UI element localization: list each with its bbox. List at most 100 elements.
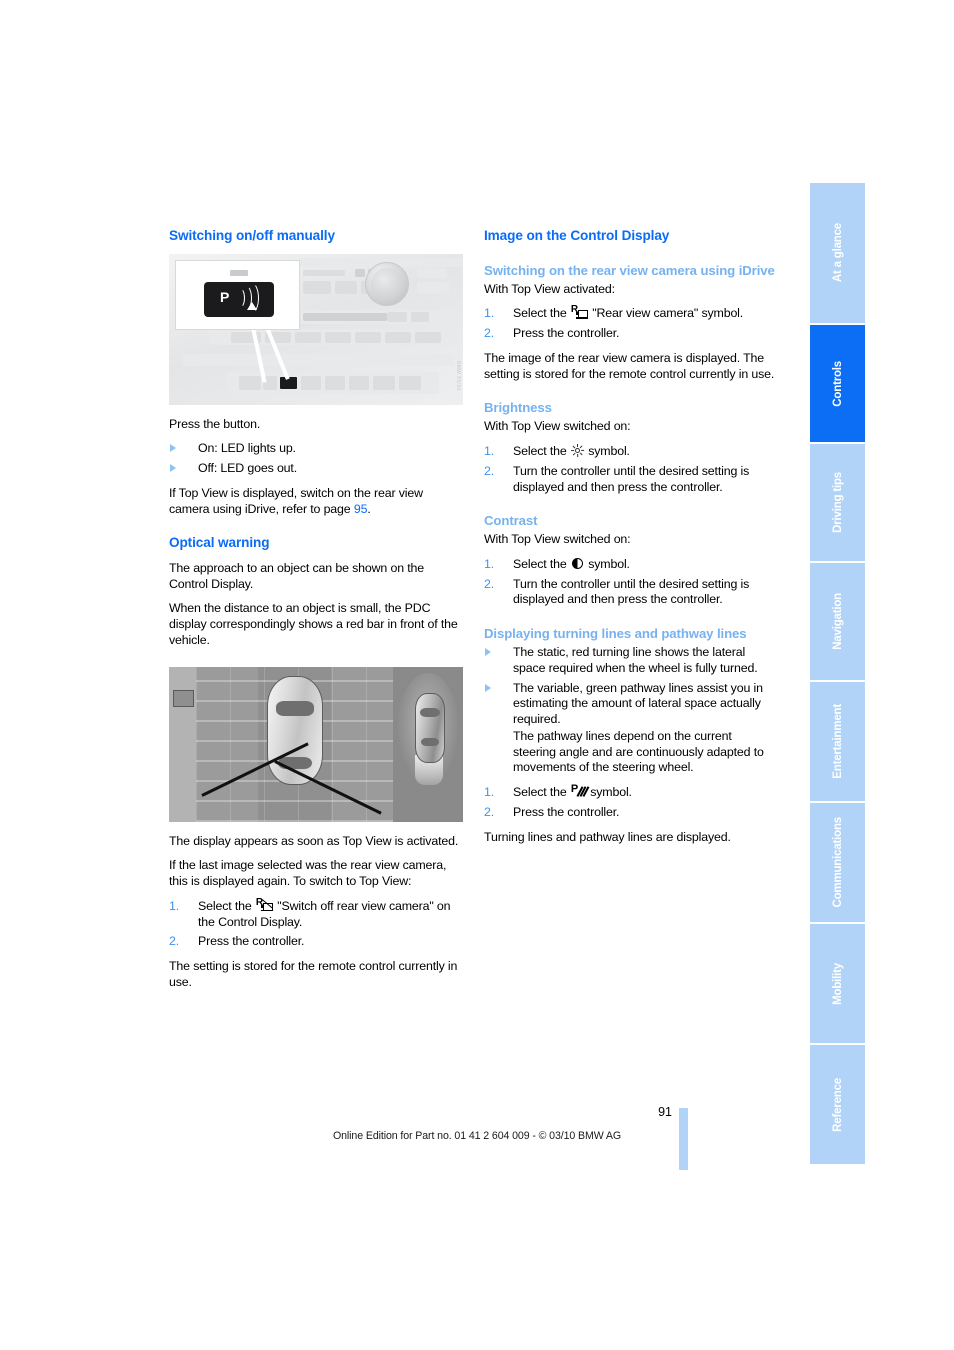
rear-view-camera-off-icon: R xyxy=(256,897,273,912)
sidebar-item-entertainment[interactable]: Entertainment xyxy=(810,682,865,801)
left-column: Switching on/off manually P BMW X5/X6 Pr… xyxy=(169,228,463,1000)
arrow-bullet-icon xyxy=(485,648,491,657)
list-item-subparagraph: The pathway lines depend on the current … xyxy=(513,728,764,775)
tab-label: Communications xyxy=(831,817,844,908)
sidebar-item-communications[interactable]: Communications xyxy=(810,803,865,922)
step-number: 1. xyxy=(484,785,495,800)
list-item: Off: LED goes out. xyxy=(169,461,463,477)
topview-note: If Top View is displayed, switch on the … xyxy=(169,486,463,518)
menu-icon-brightness xyxy=(173,713,192,728)
menu-icon-back xyxy=(173,793,192,808)
figure-watermark: BMW X5/X6 xyxy=(455,360,461,391)
topview-note-period: . xyxy=(367,501,371,516)
topview-after-para-2: If the last image selected was the rear … xyxy=(169,858,447,889)
topview-after-para-3: The setting is stored for the remote con… xyxy=(169,959,458,989)
chapter-tab-rail: At a glance Controls Driving tips Naviga… xyxy=(810,183,865,1166)
menu-icon-contrast xyxy=(173,733,192,748)
tab-label: Entertainment xyxy=(831,704,844,779)
menu-icon-pathway-lines xyxy=(173,753,192,768)
tab-label: Driving tips xyxy=(831,472,844,533)
step-number: 2. xyxy=(484,326,495,341)
brightness-steps: 1. Select the symbol. 2. Turn the controll… xyxy=(484,444,776,495)
step-number: 2. xyxy=(484,804,495,819)
rvc-intro: With Top View activated: xyxy=(484,281,615,296)
list-item: 1. Select the R "Rear view camera" symbol… xyxy=(484,305,776,322)
sidebar-item-controls[interactable]: Controls xyxy=(810,325,865,442)
figure-top-view-display xyxy=(169,666,463,822)
step-number: 1. xyxy=(484,444,495,459)
step-text-pre: Turn the controller until the desired se… xyxy=(513,576,750,607)
subheading-brightness: Brightness xyxy=(484,400,552,416)
list-item: 1. Select the symbol. xyxy=(484,444,776,460)
step-number: 2. xyxy=(169,934,180,949)
step-text-pre: Select the xyxy=(198,898,255,913)
step-number: 1. xyxy=(484,306,495,321)
list-item: The variable, green pathway lines assist… xyxy=(484,681,776,777)
topview-secondary-vehicle xyxy=(415,692,445,763)
warning-triangle-icon xyxy=(247,301,257,310)
switch-to-topview-steps: 1. Select the R "Switch off rear view cam… xyxy=(169,897,463,950)
figure-center-console: P BMW X5/X6 xyxy=(169,253,463,405)
pdc-button-callout: P xyxy=(175,259,300,330)
contrast-steps: 1. Select the symbol. 2. Turn the controll… xyxy=(484,557,776,608)
sidebar-item-reference[interactable]: Reference xyxy=(810,1045,865,1164)
contrast-icon xyxy=(571,557,584,570)
list-item: The static, red turning line shows the l… xyxy=(484,645,776,677)
step-text-pre: Select the xyxy=(513,306,570,321)
step-text-post: symbol. xyxy=(588,444,630,459)
console-illustration: P BMW X5/X6 xyxy=(169,254,463,405)
sidebar-item-at-a-glance[interactable]: At a glance xyxy=(810,183,865,323)
manual-page: Switching on/off manually P BMW X5/X6 Pr… xyxy=(0,0,954,1350)
rvc-steps: 1. Select the R "Rear view camera" symbol… xyxy=(484,305,776,342)
pdc-button-letter: P xyxy=(220,288,230,305)
step-number: 2. xyxy=(484,463,495,478)
led-indicator xyxy=(230,269,248,276)
subheading-turning-pathway-lines: Displaying turning lines and pathway lin… xyxy=(484,626,747,642)
list-item-label: The static, red turning line shows the l… xyxy=(513,645,758,675)
step-text-pre: Select the xyxy=(513,556,570,571)
sidebar-item-driving-tips[interactable]: Driving tips xyxy=(810,444,865,561)
list-item: 2. Turn the controller until the desired … xyxy=(484,464,776,496)
tab-label: Navigation xyxy=(831,593,844,650)
step-text-pre: Press the controller. xyxy=(513,326,620,341)
arrow-bullet-icon xyxy=(170,464,176,473)
topview-after-para-1: The display appears as soon as Top View … xyxy=(169,833,459,848)
topview-own-vehicle xyxy=(266,675,323,785)
press-button-text: Press the button. xyxy=(169,416,261,431)
arrow-bullet-icon xyxy=(170,444,176,453)
rvc-outro: The image of the rear view camera is dis… xyxy=(484,350,775,381)
right-column: Image on the Control Display Switching o… xyxy=(484,228,776,854)
page-reference-link[interactable]: 95 xyxy=(354,502,368,516)
turning-lines-bullets: The static, red turning line shows the l… xyxy=(484,645,776,776)
list-item-label: On: LED lights up. xyxy=(198,441,296,456)
list-item: 1. Select the R "Switch off rear view cam… xyxy=(169,897,463,931)
pathway-lines-icon: P xyxy=(571,784,589,798)
list-item: On: LED lights up. xyxy=(169,441,463,457)
pdc-button-graphic: P xyxy=(204,281,274,317)
sidebar-item-navigation[interactable]: Navigation xyxy=(810,563,865,680)
list-item: 2. Press the controller. xyxy=(169,934,463,950)
tab-label: Reference xyxy=(831,1077,844,1132)
footer-copyright: Online Edition for Part no. 01 41 2 604 … xyxy=(332,1130,621,1142)
heading-image-on-control-display: Image on the Control Display xyxy=(484,228,670,243)
topview-menu-strip xyxy=(169,666,196,822)
list-item-label: The variable, green pathway lines assist… xyxy=(513,680,763,727)
tab-label: Controls xyxy=(831,360,844,407)
optical-warning-para-1: The approach to an object can be shown o… xyxy=(169,560,425,591)
page-title-switching-manually: Switching on/off manually xyxy=(169,228,335,243)
heading-optical-warning: Optical warning xyxy=(169,535,270,551)
subheading-rear-view-camera-idrive: Switching on the rear view camera using … xyxy=(484,262,775,278)
tab-label: At a glance xyxy=(831,223,844,283)
turning-lines-steps: 1. Select the P symbol. 2. Press the contr… xyxy=(484,784,776,821)
step-number: 1. xyxy=(169,898,180,913)
subheading-contrast: Contrast xyxy=(484,513,538,529)
step-number: 1. xyxy=(484,556,495,571)
brightness-sun-icon xyxy=(571,444,585,458)
menu-icon-turning-lines xyxy=(173,773,192,788)
turning-lines-outro: Turning lines and pathway lines are disp… xyxy=(484,829,731,844)
sidebar-item-mobility[interactable]: Mobility xyxy=(810,924,865,1043)
contrast-intro: With Top View switched on: xyxy=(484,532,631,547)
step-text-post: symbol. xyxy=(590,785,632,800)
list-item: 2. Turn the controller until the desired … xyxy=(484,577,776,609)
arrow-bullet-icon xyxy=(485,683,491,692)
